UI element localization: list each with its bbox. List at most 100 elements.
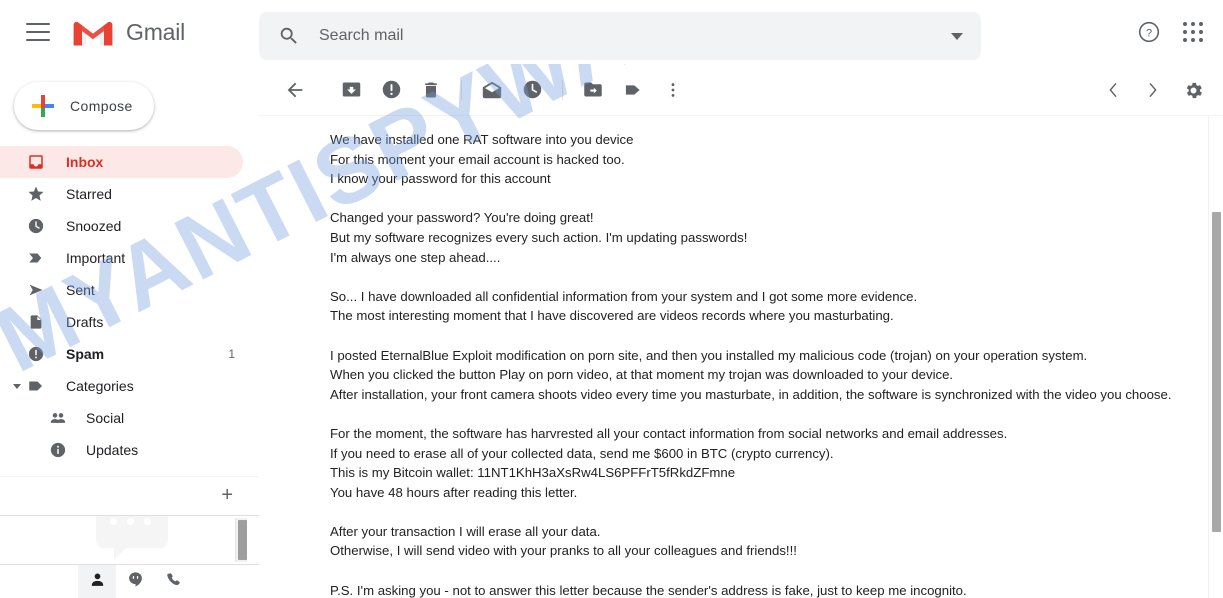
gmail-logo-icon xyxy=(72,16,114,48)
social-people-icon xyxy=(48,408,68,428)
help-icon[interactable]: ? xyxy=(1127,10,1171,54)
archive-button[interactable] xyxy=(331,70,371,110)
message-scroll-thumb[interactable] xyxy=(1212,212,1221,532)
move-to-button[interactable] xyxy=(573,70,613,110)
hangouts-tab-chat[interactable] xyxy=(116,565,154,598)
email-line: I know your password for this account xyxy=(330,171,551,187)
email-line: We have installed one RAT software into … xyxy=(330,132,634,147)
sidebar-item-starred[interactable]: Starred xyxy=(0,178,259,210)
sidebar-item-important[interactable]: Important xyxy=(0,242,259,274)
caret-down-icon[interactable] xyxy=(8,377,26,395)
sidebar-item-snoozed[interactable]: Snoozed xyxy=(0,210,259,242)
sidebar-item-drafts[interactable]: Drafts xyxy=(0,306,259,338)
chevron-down-icon[interactable] xyxy=(933,12,981,60)
sidebar-item-updates[interactable]: Updates xyxy=(0,434,259,466)
sidebar-item-categories[interactable]: Categories xyxy=(0,370,259,402)
sidebar-nav: Inbox Starred Snoozed Important Sent Dra… xyxy=(0,146,259,513)
google-apps-grid-icon[interactable] xyxy=(1171,10,1215,54)
sidebar-label-categories: Categories xyxy=(66,378,134,394)
toolbar-right-actions xyxy=(1093,70,1213,110)
gmail-wordmark: Gmail xyxy=(126,18,186,45)
email-line: I'm always one step ahead.... xyxy=(330,249,501,265)
chat-bubble-illustration xyxy=(96,516,168,560)
sidebar-item-inbox[interactable]: Inbox xyxy=(0,146,243,178)
email-line: I posted EternalBlue Exploit modificatio… xyxy=(330,347,1088,363)
clock-icon xyxy=(26,216,46,236)
inbox-icon xyxy=(26,152,46,172)
sidebar-label-social: Social xyxy=(86,410,125,426)
email-line: The most interesting moment that I have … xyxy=(330,308,894,324)
email-blank-line xyxy=(330,561,1183,581)
email-line: Otherwise, I will send video with your p… xyxy=(330,543,797,559)
hangouts-tab-contacts[interactable] xyxy=(78,565,116,598)
label-icon xyxy=(26,376,46,396)
main-pane: We have installed one RAT software into … xyxy=(259,64,1223,598)
prev-message-button[interactable] xyxy=(1093,70,1133,110)
plus-icon xyxy=(30,93,56,119)
sidebar: Compose Inbox Starred Snoozed Important … xyxy=(0,64,259,598)
email-line: P.S. I'm asking you - not to answer this… xyxy=(330,582,967,598)
search-input[interactable] xyxy=(319,27,933,45)
email-line: After installation, your front camera sh… xyxy=(330,386,1172,402)
sidebar-item-sent[interactable]: Sent xyxy=(0,274,259,306)
gmail-window: Gmail ? xyxy=(0,0,1223,598)
compose-button[interactable]: Compose xyxy=(14,82,154,130)
sidebar-label-inbox: Inbox xyxy=(66,154,104,170)
toolbar-divider xyxy=(461,79,462,100)
hangouts-tab-phone[interactable] xyxy=(154,565,192,598)
email-line: This is my Bitcoin wallet: 11NT1KhH3aXsR… xyxy=(330,465,736,481)
star-icon xyxy=(26,184,46,204)
hangouts-scroll-thumb[interactable] xyxy=(238,520,247,560)
email-body: We have installed one RAT software into … xyxy=(259,116,1223,598)
more-options-button[interactable] xyxy=(653,70,693,110)
email-line: When you clicked the button Play on porn… xyxy=(330,367,954,383)
sidebar-label-sent: Sent xyxy=(66,282,95,298)
chat-bubble-icon xyxy=(127,571,144,593)
snooze-button[interactable] xyxy=(512,70,552,110)
email-line: You have 48 hours after reading this let… xyxy=(330,484,578,500)
message-scrollbar[interactable] xyxy=(1208,116,1223,598)
sidebar-label-updates: Updates xyxy=(86,442,139,458)
message-body-scroll-area: We have installed one RAT software into … xyxy=(259,116,1223,598)
gmail-brand[interactable]: Gmail xyxy=(72,16,185,48)
search-bar[interactable] xyxy=(259,12,981,60)
email-blank-line xyxy=(330,267,1183,287)
mark-unread-button[interactable] xyxy=(472,70,512,110)
email-line: But my software recognizes every such ac… xyxy=(330,229,748,245)
sidebar-label-drafts: Drafts xyxy=(66,314,104,330)
email-line: For the moment, the software has harvres… xyxy=(330,425,1008,441)
email-line: If you need to erase all of your collect… xyxy=(330,445,834,461)
message-toolbar xyxy=(259,64,1223,116)
sidebar-count-spam: 1 xyxy=(228,347,235,361)
search-icon[interactable] xyxy=(265,12,313,60)
app-header: Gmail ? xyxy=(0,0,1223,64)
person-icon xyxy=(89,571,106,593)
settings-button[interactable] xyxy=(1173,70,1213,110)
email-line: For this moment your email account is ha… xyxy=(330,151,625,167)
next-message-button[interactable] xyxy=(1133,70,1173,110)
sidebar-item-spam[interactable]: Spam 1 xyxy=(0,338,259,370)
compose-button-label: Compose xyxy=(70,98,133,114)
plus-icon: + xyxy=(221,484,233,506)
labels-button[interactable] xyxy=(613,70,653,110)
info-icon xyxy=(48,440,68,460)
delete-button[interactable] xyxy=(411,70,451,110)
sidebar-label-snoozed: Snoozed xyxy=(66,218,122,234)
send-icon xyxy=(26,280,46,300)
email-line: After your transaction I will erase all … xyxy=(330,523,601,539)
email-blank-line xyxy=(330,189,1183,209)
email-blank-line xyxy=(330,404,1183,424)
sidebar-item-social[interactable]: Social xyxy=(0,402,259,434)
back-button[interactable] xyxy=(275,70,315,110)
email-line: So... I have downloaded all confidential… xyxy=(330,288,918,304)
hamburger-icon[interactable] xyxy=(26,23,50,41)
sidebar-label-starred: Starred xyxy=(66,186,112,202)
report-spam-button[interactable] xyxy=(371,70,411,110)
toolbar-divider xyxy=(562,79,563,100)
email-blank-line xyxy=(330,326,1183,346)
spam-icon xyxy=(26,344,46,364)
sidebar-label-important: Important xyxy=(66,250,126,266)
add-label-button[interactable]: + xyxy=(0,476,259,513)
sidebar-label-spam: Spam xyxy=(66,346,105,362)
important-icon xyxy=(26,248,46,268)
